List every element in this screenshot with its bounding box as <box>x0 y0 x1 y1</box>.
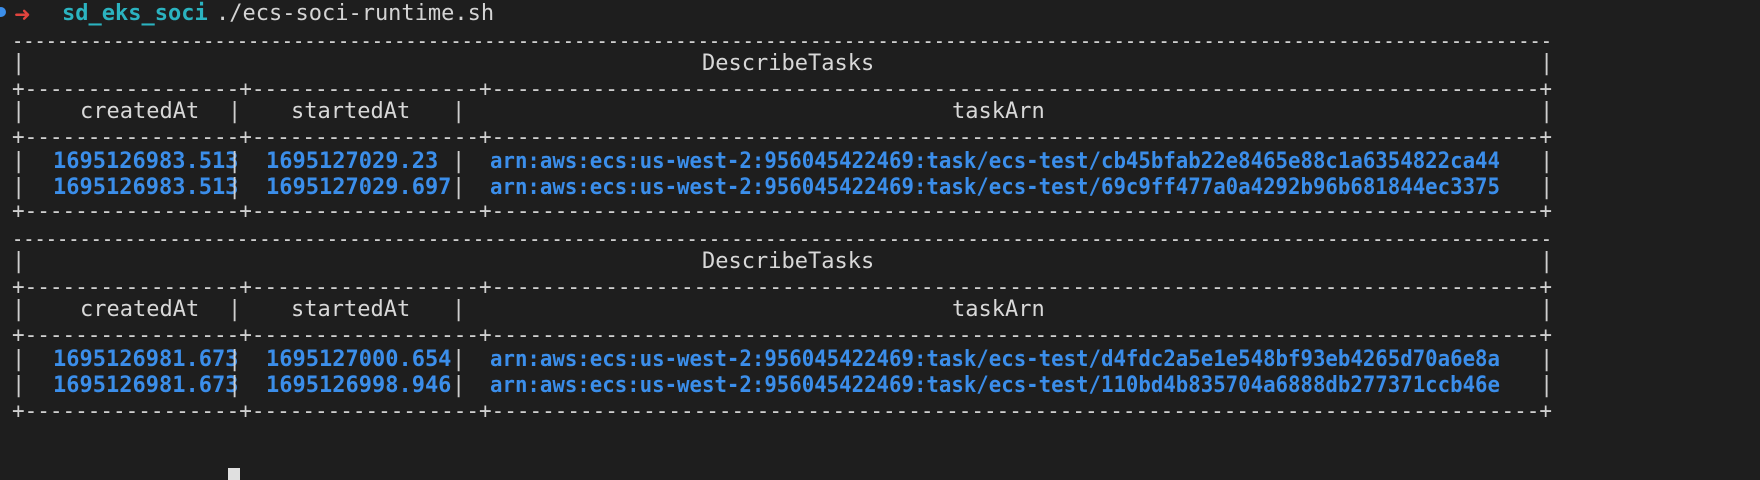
cell-createdAt: 1695126983.513 <box>53 149 239 174</box>
table-border-right: | <box>1540 249 1554 274</box>
table-border-right: | <box>1540 51 1554 76</box>
table-border-left: | <box>12 249 26 274</box>
table-title: DescribeTasks <box>702 249 875 274</box>
cell-startedAt: 1695126998.946 <box>266 373 452 398</box>
cell-startedAt: 1695127000.654 <box>266 347 452 372</box>
prompt-arrow-icon: ➜ <box>14 2 31 26</box>
table-border-bottom: +-----------------+------------------+--… <box>12 199 1552 224</box>
prompt-command: ./ecs-soci-runtime.sh <box>216 1 495 26</box>
table-border-bottom: +-----------------+------------------+--… <box>12 399 1552 424</box>
column-header-createdAt: createdAt <box>80 297 200 322</box>
cell-taskArn: arn:aws:ecs:us-west-2:956045422469:task/… <box>490 347 1500 372</box>
table-border-left: | <box>12 51 26 76</box>
column-header-taskArn: taskArn <box>952 297 1045 322</box>
cell-taskArn: arn:aws:ecs:us-west-2:956045422469:task/… <box>490 373 1500 398</box>
column-header-startedAt: startedAt <box>291 99 411 124</box>
prompt-status-dot-icon <box>0 7 6 17</box>
prompt-directory: sd_eks_soci <box>62 1 208 26</box>
table-separator: +-----------------+------------------+--… <box>12 275 1552 300</box>
table-separator: +-----------------+------------------+--… <box>12 77 1552 102</box>
column-header-startedAt: startedAt <box>291 297 411 322</box>
column-header-taskArn: taskArn <box>952 99 1045 124</box>
cell-taskArn: arn:aws:ecs:us-west-2:956045422469:task/… <box>490 149 1500 174</box>
table-title: DescribeTasks <box>702 51 875 76</box>
terminal-cursor <box>228 468 240 480</box>
cell-startedAt: 1695127029.23 <box>266 149 439 174</box>
cell-createdAt: 1695126981.673 <box>53 347 239 372</box>
column-header-createdAt: createdAt <box>80 99 200 124</box>
cell-createdAt: 1695126981.673 <box>53 373 239 398</box>
terminal-window[interactable]: ➜ sd_eks_soci ./ecs-soci-runtime.sh ----… <box>0 0 1760 480</box>
